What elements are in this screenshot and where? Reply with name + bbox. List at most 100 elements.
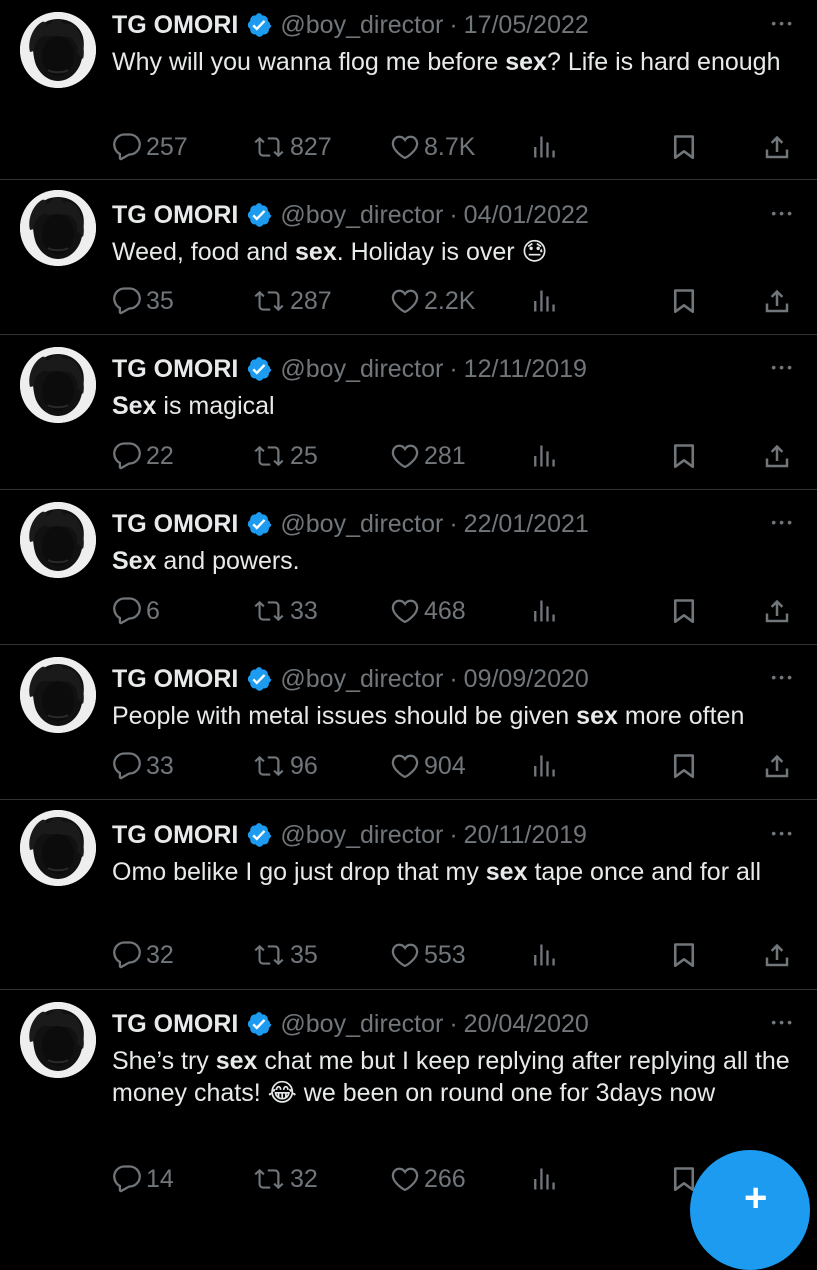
display-name[interactable]: TG OMORI: [112, 1010, 238, 1039]
tweet[interactable]: TG OMORI @boy_director · 04/01/2022 ••• Weed,…: [0, 180, 817, 335]
avatar[interactable]: [20, 1002, 96, 1078]
more-icon[interactable]: •••: [771, 660, 795, 694]
timestamp[interactable]: 22/01/2021: [464, 510, 589, 539]
retweet-button[interactable]: 96: [252, 749, 318, 783]
reply-button[interactable]: 35: [112, 284, 174, 318]
timestamp[interactable]: 04/01/2022: [464, 201, 589, 230]
handle[interactable]: @boy_director: [280, 355, 443, 384]
tweet[interactable]: TG OMORI @boy_director · 22/01/2021 ••• Sex a…: [0, 490, 817, 645]
more-icon[interactable]: •••: [771, 505, 795, 539]
views-button[interactable]: [530, 1162, 562, 1196]
like-button[interactable]: 266: [390, 1162, 466, 1196]
avatar[interactable]: [20, 657, 96, 733]
text-segment: tape once and for all: [527, 858, 761, 886]
like-button[interactable]: 281: [390, 439, 466, 473]
retweet-count: 33: [290, 596, 318, 625]
timestamp[interactable]: 09/09/2020: [464, 665, 589, 694]
views-button[interactable]: [530, 130, 562, 164]
share-icon: [762, 940, 796, 970]
display-name[interactable]: TG OMORI: [112, 510, 238, 539]
more-icon[interactable]: •••: [771, 816, 795, 850]
avatar[interactable]: [20, 347, 96, 423]
timestamp[interactable]: 12/11/2019: [464, 355, 587, 384]
handle[interactable]: @boy_director: [280, 11, 443, 40]
action-bar: 35 287 2.2K: [112, 284, 802, 318]
share-button[interactable]: [762, 284, 796, 318]
more-icon[interactable]: •••: [771, 196, 795, 230]
retweet-count: 35: [290, 940, 318, 969]
handle[interactable]: @boy_director: [280, 1010, 443, 1039]
text-segment: . Holiday is over 😓: [336, 238, 548, 266]
retweet-button[interactable]: 287: [252, 284, 332, 318]
more-icon[interactable]: •••: [771, 1005, 795, 1039]
like-button[interactable]: 8.7K: [390, 130, 475, 164]
reply-button[interactable]: 22: [112, 439, 174, 473]
bookmark-icon: [670, 751, 702, 781]
display-name[interactable]: TG OMORI: [112, 821, 238, 850]
timestamp[interactable]: 20/04/2020: [464, 1010, 589, 1039]
timestamp[interactable]: 20/11/2019: [464, 821, 587, 850]
like-button[interactable]: 2.2K: [390, 284, 475, 318]
reply-count: 14: [146, 1164, 174, 1193]
handle[interactable]: @boy_director: [280, 510, 443, 539]
views-button[interactable]: [530, 749, 562, 783]
views-button[interactable]: [530, 284, 562, 318]
reply-button[interactable]: 6: [112, 594, 160, 628]
views-button[interactable]: [530, 594, 562, 628]
views-button[interactable]: [530, 439, 562, 473]
share-button[interactable]: [762, 938, 796, 972]
tweet[interactable]: TG OMORI @boy_director · 20/04/2020 ••• She’s…: [0, 990, 817, 1200]
views-button[interactable]: [530, 938, 562, 972]
reply-button[interactable]: 33: [112, 749, 174, 783]
display-name[interactable]: TG OMORI: [112, 11, 238, 40]
display-name[interactable]: TG OMORI: [112, 201, 238, 230]
like-button[interactable]: 468: [390, 594, 466, 628]
tweet[interactable]: TG OMORI @boy_director · 20/11/2019 ••• Omo b…: [0, 800, 817, 990]
bookmark-button[interactable]: [670, 594, 702, 628]
like-count: 281: [424, 441, 466, 470]
share-button[interactable]: [762, 594, 796, 628]
retweet-button[interactable]: 35: [252, 938, 318, 972]
like-button[interactable]: 904: [390, 749, 466, 783]
more-icon[interactable]: •••: [771, 350, 795, 384]
display-name[interactable]: TG OMORI: [112, 355, 238, 384]
bookmark-icon: [670, 286, 702, 316]
verified-badge-icon: [246, 1011, 272, 1037]
tweet[interactable]: TG OMORI @boy_director · 17/05/2022 ••• Why w…: [0, 0, 817, 180]
share-button[interactable]: [762, 130, 796, 164]
tweet-header: TG OMORI @boy_director · 04/01/2022: [112, 198, 589, 232]
avatar[interactable]: [20, 190, 96, 266]
avatar[interactable]: [20, 12, 96, 88]
avatar[interactable]: [20, 810, 96, 886]
bookmark-button[interactable]: [670, 439, 702, 473]
timestamp[interactable]: 17/05/2022: [464, 11, 589, 40]
retweet-button[interactable]: 32: [252, 1162, 318, 1196]
tweet[interactable]: TG OMORI @boy_director · 12/11/2019 ••• Sex i…: [0, 335, 817, 490]
reply-button[interactable]: 14: [112, 1162, 174, 1196]
share-button[interactable]: [762, 749, 796, 783]
avatar[interactable]: [20, 502, 96, 578]
retweet-button[interactable]: 25: [252, 439, 318, 473]
more-icon[interactable]: •••: [771, 6, 795, 40]
action-bar: 257 827 8.7K: [112, 130, 802, 164]
retweet-button[interactable]: 827: [252, 130, 332, 164]
bookmark-button[interactable]: [670, 284, 702, 318]
like-button[interactable]: 553: [390, 938, 466, 972]
bookmark-button[interactable]: [670, 938, 702, 972]
bookmark-button[interactable]: [670, 130, 702, 164]
reply-icon: [112, 751, 146, 781]
reply-button[interactable]: 257: [112, 130, 188, 164]
handle[interactable]: @boy_director: [280, 665, 443, 694]
handle[interactable]: @boy_director: [280, 821, 443, 850]
compose-button[interactable]: +: [690, 1150, 810, 1270]
tweet[interactable]: TG OMORI @boy_director · 09/09/2020 ••• Peopl…: [0, 645, 817, 800]
display-name[interactable]: TG OMORI: [112, 665, 238, 694]
reply-button[interactable]: 32: [112, 938, 174, 972]
text-segment: She’s try: [112, 1047, 216, 1075]
retweet-button[interactable]: 33: [252, 594, 318, 628]
handle[interactable]: @boy_director: [280, 201, 443, 230]
share-button[interactable]: [762, 439, 796, 473]
separator: ·: [449, 509, 458, 538]
reply-count: 33: [146, 751, 174, 780]
bookmark-button[interactable]: [670, 749, 702, 783]
